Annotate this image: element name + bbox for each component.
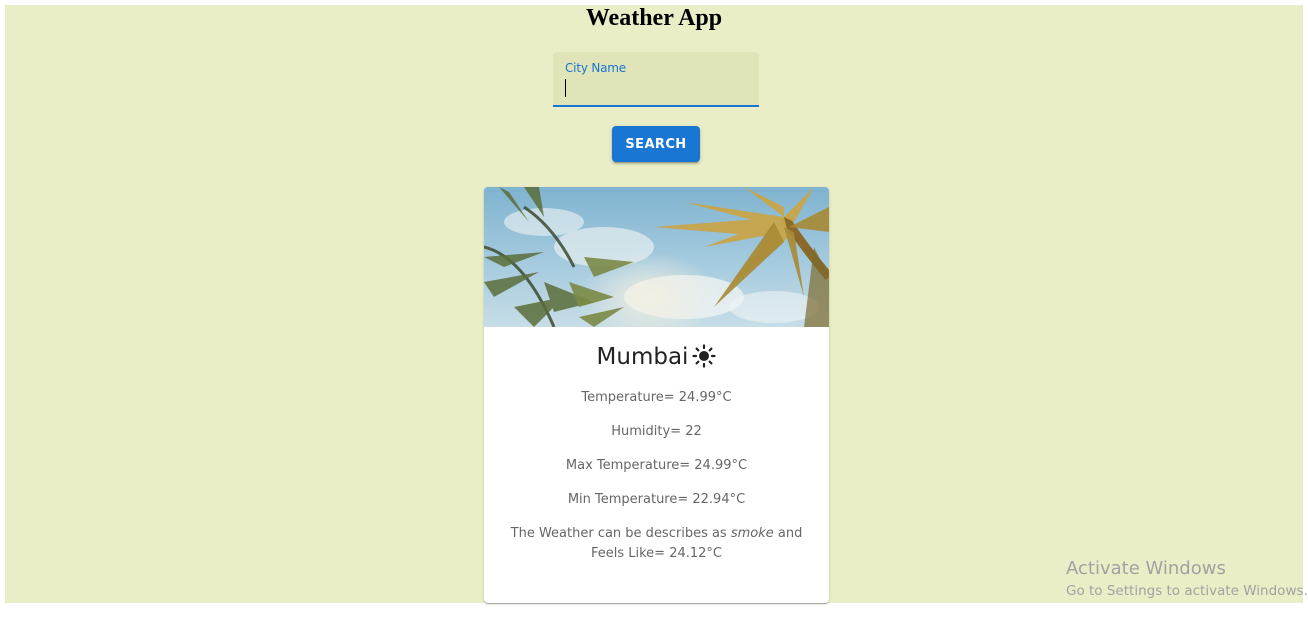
search-button[interactable]: SEARCH — [612, 126, 700, 162]
activate-windows-watermark: Activate Windows Go to Settings to activ… — [1066, 557, 1308, 601]
weather-description: The Weather can be describes as smoke an… — [504, 524, 809, 564]
sun-icon — [692, 344, 717, 376]
text-cursor — [565, 79, 566, 97]
city-name-input[interactable] — [563, 78, 753, 102]
watermark-subtitle: Go to Settings to activate Windows. — [1066, 583, 1308, 599]
city-heading: Mumbai — [484, 342, 829, 376]
watermark-title: Activate Windows — [1066, 558, 1226, 579]
city-name-field[interactable]: City Name — [553, 52, 759, 107]
temperature-text: Temperature= 24.99°C — [581, 390, 732, 405]
city-name-label: City Name — [565, 61, 626, 75]
city-name: Mumbai — [596, 344, 689, 370]
palm-tree-image — [484, 187, 829, 327]
app-background: Weather App City Name SEARCH Mumbai Temp… — [5, 5, 1303, 603]
description-value: smoke — [730, 526, 774, 541]
description-prefix: The Weather can be describes as — [510, 526, 731, 541]
humidity-text: Humidity= 22 — [611, 424, 702, 439]
page-title: Weather App — [585, 5, 723, 31]
min-temperature-text: Min Temperature= 22.94°C — [567, 492, 746, 507]
weather-card: Mumbai Temperature= 24.99°C Humidity= 22 — [484, 187, 829, 603]
max-temperature-text: Max Temperature= 24.99°C — [565, 458, 748, 473]
